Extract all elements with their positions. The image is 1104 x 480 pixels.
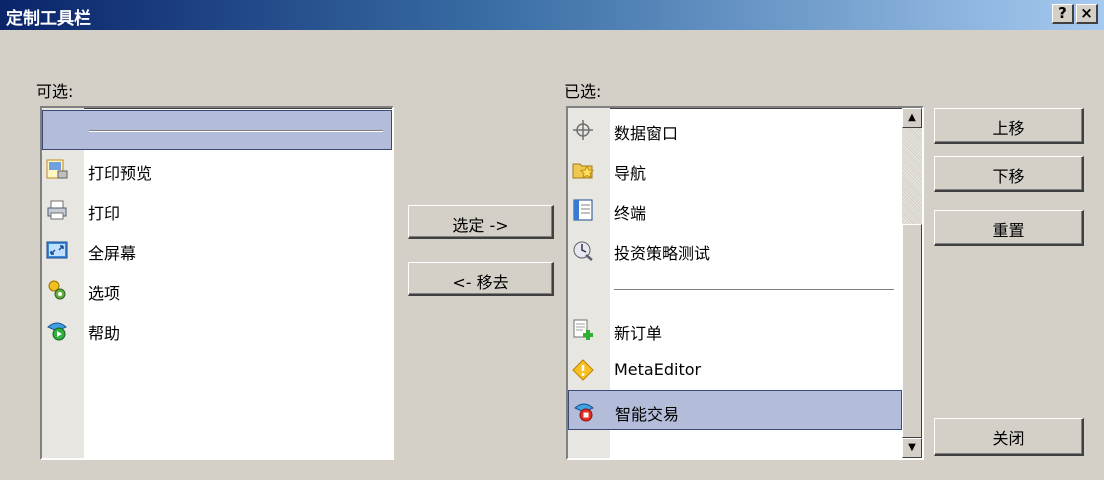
selected-list[interactable]: 数据窗口导航终端投资策略测试 新订单 MetaEditor 智能交易 ▲ ▼ bbox=[566, 106, 924, 460]
list-item[interactable]: 投资策略测试 bbox=[568, 230, 902, 270]
list-item-label: 选项 bbox=[88, 284, 121, 303]
navigator-icon bbox=[572, 159, 595, 181]
title-bar: 定制工具栏 ? × bbox=[0, 0, 1104, 30]
reset-label: 重置 bbox=[992, 221, 1025, 240]
help-icon bbox=[46, 319, 68, 341]
list-item-label: 导航 bbox=[614, 164, 647, 183]
printer-icon bbox=[46, 199, 68, 221]
fullscreen-icon bbox=[46, 239, 68, 261]
add-button-label: 选定 -> bbox=[452, 216, 509, 235]
separator-line bbox=[614, 289, 894, 291]
separator-line bbox=[89, 130, 383, 132]
list-item[interactable]: 选项 bbox=[42, 270, 392, 310]
list-item[interactable]: 打印预览 bbox=[42, 150, 392, 190]
strategy-tester-icon bbox=[572, 239, 594, 261]
selected-label: 已选: bbox=[564, 82, 602, 101]
options-icon bbox=[46, 279, 68, 301]
move-up-button[interactable]: 上移 bbox=[934, 108, 1084, 144]
list-item[interactable]: 数据窗口 bbox=[568, 110, 902, 150]
list-item-label: 打印预览 bbox=[88, 164, 153, 183]
list-item-label: MetaEditor bbox=[614, 360, 702, 379]
remove-button[interactable]: <- 移去 bbox=[408, 262, 554, 296]
list-item[interactable]: 智能交易 bbox=[568, 390, 902, 430]
list-item[interactable]: 帮助 bbox=[42, 310, 392, 350]
terminal-icon bbox=[572, 199, 594, 221]
move-up-label: 上移 bbox=[992, 119, 1025, 138]
list-item-label: 智能交易 bbox=[615, 405, 680, 424]
remove-button-label: <- 移去 bbox=[452, 273, 509, 292]
list-item-label: 数据窗口 bbox=[614, 124, 679, 143]
list-item-label: 投资策略测试 bbox=[614, 244, 711, 263]
expert-advisors-icon bbox=[573, 400, 595, 422]
separator-item[interactable] bbox=[568, 270, 902, 310]
list-item[interactable]: MetaEditor bbox=[568, 350, 902, 390]
scroll-down-button[interactable]: ▼ bbox=[902, 438, 922, 458]
metaeditor-icon bbox=[572, 359, 594, 381]
crosshair-icon bbox=[572, 119, 594, 141]
close-label: 关闭 bbox=[992, 429, 1025, 448]
list-item[interactable]: 打印 bbox=[42, 190, 392, 230]
available-label: 可选: bbox=[36, 82, 74, 101]
move-down-label: 下移 bbox=[992, 167, 1025, 186]
list-item-label: 新订单 bbox=[614, 324, 663, 343]
print-preview-icon bbox=[46, 159, 68, 181]
new-order-icon bbox=[572, 319, 594, 341]
window-title: 定制工具栏 bbox=[6, 9, 91, 29]
list-item-label: 全屏幕 bbox=[88, 244, 137, 263]
vertical-scrollbar[interactable]: ▲ ▼ bbox=[902, 108, 922, 458]
list-item[interactable]: 终端 bbox=[568, 190, 902, 230]
help-button[interactable]: ? bbox=[1052, 4, 1074, 24]
separator-item[interactable] bbox=[42, 110, 392, 150]
list-item-label: 帮助 bbox=[88, 324, 121, 343]
list-item-label: 打印 bbox=[88, 204, 121, 223]
list-item[interactable]: 全屏幕 bbox=[42, 230, 392, 270]
add-button[interactable]: 选定 -> bbox=[408, 205, 554, 239]
list-item-label: 终端 bbox=[614, 204, 647, 223]
close-window-button[interactable]: × bbox=[1076, 4, 1098, 24]
scroll-up-button[interactable]: ▲ bbox=[902, 108, 922, 128]
move-down-button[interactable]: 下移 bbox=[934, 156, 1084, 192]
list-item[interactable]: 新订单 bbox=[568, 310, 902, 350]
scroll-thumb[interactable] bbox=[902, 224, 922, 438]
reset-button[interactable]: 重置 bbox=[934, 210, 1084, 246]
close-button[interactable]: 关闭 bbox=[934, 418, 1084, 456]
list-item[interactable]: 导航 bbox=[568, 150, 902, 190]
available-list[interactable]: 打印预览打印全屏幕选项帮助 bbox=[40, 106, 394, 460]
